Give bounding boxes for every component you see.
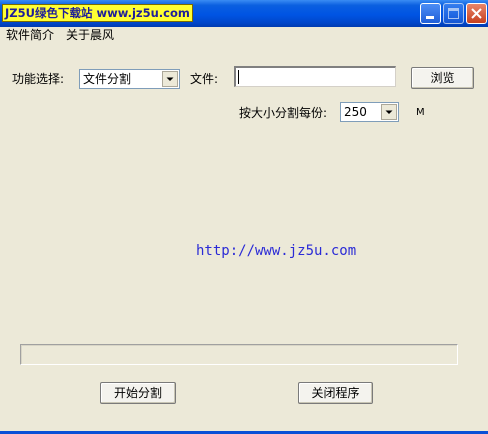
maximize-icon bbox=[448, 8, 459, 19]
close-icon bbox=[471, 8, 482, 19]
menu-bar: 软件简介 关于晨风 bbox=[0, 27, 488, 45]
progress-bar bbox=[20, 344, 458, 365]
website-link[interactable]: http://www.jz5u.com bbox=[196, 243, 356, 259]
file-path-input[interactable] bbox=[234, 66, 396, 87]
minimize-button[interactable] bbox=[420, 3, 441, 24]
close-program-button[interactable]: 关闭程序 bbox=[298, 382, 373, 404]
chevron-down-icon[interactable] bbox=[381, 104, 397, 120]
title-bar: JZ5U绿色下载站 www.jz5u.com bbox=[0, 0, 488, 27]
split-size-label: 按大小分割每份: bbox=[239, 106, 328, 120]
text-caret bbox=[238, 70, 239, 84]
browse-button[interactable]: 浏览 bbox=[411, 67, 474, 89]
close-window-button[interactable] bbox=[466, 3, 487, 24]
function-select-value: 文件分割 bbox=[83, 72, 132, 86]
file-label: 文件: bbox=[190, 72, 219, 86]
chevron-down-icon[interactable] bbox=[162, 71, 178, 87]
start-split-button[interactable]: 开始分割 bbox=[100, 382, 176, 404]
split-size-dropdown[interactable]: 250 bbox=[340, 102, 399, 122]
watermark-banner: JZ5U绿色下载站 www.jz5u.com bbox=[2, 4, 193, 22]
menu-item-about-software[interactable]: 软件简介 bbox=[6, 28, 54, 43]
function-select-label: 功能选择: bbox=[12, 72, 65, 86]
function-select-dropdown[interactable]: 文件分割 bbox=[79, 69, 180, 89]
minimize-icon bbox=[426, 16, 434, 19]
split-size-unit: M bbox=[416, 107, 425, 118]
maximize-button[interactable] bbox=[443, 3, 464, 24]
menu-item-about-author[interactable]: 关于晨风 bbox=[66, 28, 114, 43]
split-size-value: 250 bbox=[344, 105, 367, 119]
